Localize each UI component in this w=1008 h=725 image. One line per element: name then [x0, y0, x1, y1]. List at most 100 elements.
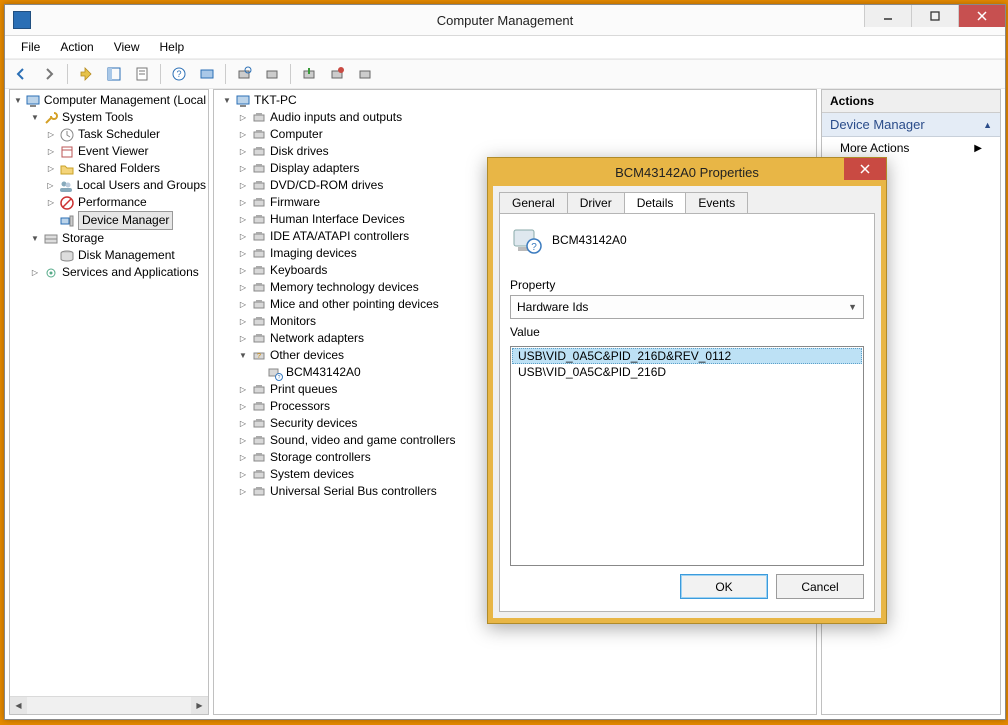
- toolbar: ?: [5, 59, 1005, 89]
- chevron-right-icon[interactable]: ▷: [30, 268, 40, 278]
- chevron-right-icon[interactable]: ▷: [238, 402, 248, 412]
- scroll-right-button[interactable]: ▶: [191, 697, 208, 714]
- tab-general[interactable]: General: [499, 192, 568, 213]
- device-category[interactable]: ▷Audio inputs and outputs: [236, 109, 816, 126]
- dialog-close-button[interactable]: [844, 158, 886, 180]
- forward-button[interactable]: [37, 62, 61, 86]
- tab-events[interactable]: Events: [685, 192, 748, 213]
- separator: [67, 64, 68, 84]
- device-category-icon: [251, 484, 267, 500]
- back-button[interactable]: [9, 62, 33, 86]
- value-listbox[interactable]: USB\VID_0A5C&PID_216D&REV_0112 USB\VID_0…: [510, 346, 864, 566]
- tree-system-tools[interactable]: ▼ System Tools: [28, 109, 208, 126]
- property-dropdown[interactable]: Hardware Ids ▼: [510, 295, 864, 319]
- chevron-right-icon[interactable]: ▷: [238, 300, 248, 310]
- update-driver-button[interactable]: [297, 62, 321, 86]
- tree-performance[interactable]: ▷Performance: [44, 194, 208, 211]
- minimize-button[interactable]: [864, 5, 911, 27]
- close-button[interactable]: [958, 5, 1005, 27]
- list-item[interactable]: USB\VID_0A5C&PID_216D: [512, 364, 862, 380]
- toolbar-icon[interactable]: [260, 62, 284, 86]
- chevron-right-icon[interactable]: ▷: [238, 130, 248, 140]
- event-icon: [59, 144, 75, 160]
- properties-button[interactable]: [130, 62, 154, 86]
- chevron-right-icon[interactable]: ▷: [238, 334, 248, 344]
- tab-details[interactable]: Details: [624, 192, 687, 213]
- chevron-right-icon[interactable]: ▷: [238, 249, 248, 259]
- svg-text:?: ?: [257, 353, 261, 360]
- show-tree-button[interactable]: [102, 62, 126, 86]
- console-tree[interactable]: ▼ Computer Management (Local ▼ System To…: [10, 90, 208, 283]
- device-category-icon: [251, 178, 267, 194]
- chevron-right-icon[interactable]: ▷: [238, 181, 248, 191]
- tree-services[interactable]: ▷ Services and Applications: [28, 264, 208, 281]
- disable-button[interactable]: [353, 62, 377, 86]
- chevron-right-icon[interactable]: ▷: [46, 147, 56, 157]
- more-actions-link[interactable]: More Actions ▶: [822, 137, 1000, 159]
- unknown-device-icon: ?: [510, 224, 542, 256]
- chevron-right-icon[interactable]: ▷: [46, 164, 56, 174]
- chevron-right-icon[interactable]: ▷: [238, 453, 248, 463]
- chevron-right-icon[interactable]: ▷: [238, 215, 248, 225]
- chevron-right-icon[interactable]: ▷: [238, 147, 248, 157]
- tree-event-viewer[interactable]: ▷Event Viewer: [44, 143, 208, 160]
- chevron-right-icon[interactable]: ▷: [238, 487, 248, 497]
- tab-driver[interactable]: Driver: [567, 192, 625, 213]
- app-icon: [13, 11, 31, 29]
- device-root[interactable]: ▼ TKT-PC: [220, 92, 816, 109]
- chevron-right-icon[interactable]: ▷: [238, 266, 248, 276]
- maximize-button[interactable]: [911, 5, 958, 27]
- menu-action[interactable]: Action: [50, 38, 103, 56]
- tree-shared-folders[interactable]: ▷Shared Folders: [44, 160, 208, 177]
- chevron-right-icon[interactable]: ▷: [238, 317, 248, 327]
- scroll-left-button[interactable]: ◀: [10, 697, 27, 714]
- horizontal-scrollbar[interactable]: ◀ ▶: [10, 696, 208, 714]
- tree-local-users[interactable]: ▷Local Users and Groups: [44, 177, 208, 194]
- chevron-right-icon[interactable]: ▷: [238, 113, 248, 123]
- dialog-title-bar[interactable]: BCM43142A0 Properties: [488, 158, 886, 186]
- chevron-down-icon[interactable]: ▼: [30, 113, 40, 123]
- menu-help[interactable]: Help: [150, 38, 195, 56]
- tree-device-manager[interactable]: ▷Device Manager: [44, 211, 208, 230]
- menu-file[interactable]: File: [11, 38, 50, 56]
- cancel-button[interactable]: Cancel: [776, 574, 864, 599]
- title-bar[interactable]: Computer Management: [5, 5, 1005, 36]
- chevron-right-icon[interactable]: ▷: [238, 198, 248, 208]
- folder-icon: [59, 161, 75, 177]
- tree-storage[interactable]: ▼ Storage: [28, 230, 208, 247]
- property-label: Property: [510, 278, 864, 292]
- chevron-down-icon[interactable]: ▼: [14, 96, 22, 106]
- chevron-right-icon[interactable]: ▷: [238, 436, 248, 446]
- storage-icon: [43, 231, 59, 247]
- chevron-right-icon[interactable]: ▷: [238, 164, 248, 174]
- scan-hardware-button[interactable]: [232, 62, 256, 86]
- up-button[interactable]: [74, 62, 98, 86]
- device-category-icon: [251, 246, 267, 262]
- device-category-icon: [251, 212, 267, 228]
- chevron-right-icon[interactable]: ▷: [238, 232, 248, 242]
- chevron-right-icon[interactable]: ▷: [46, 130, 56, 140]
- list-item[interactable]: USB\VID_0A5C&PID_216D&REV_0112: [512, 348, 862, 364]
- device-category[interactable]: ▷Computer: [236, 126, 816, 143]
- chevron-down-icon[interactable]: ▼: [222, 96, 232, 106]
- uninstall-button[interactable]: [325, 62, 349, 86]
- menu-view[interactable]: View: [104, 38, 150, 56]
- tree-root[interactable]: ▼ Computer Management (Local: [12, 92, 208, 109]
- device-category-icon: [251, 161, 267, 177]
- tree-disk-management[interactable]: ▷Disk Management: [44, 247, 208, 264]
- chevron-right-icon[interactable]: ▷: [46, 198, 56, 208]
- chevron-right-icon[interactable]: ▷: [238, 470, 248, 480]
- chevron-right-icon[interactable]: ▷: [46, 181, 55, 191]
- tree-task-scheduler[interactable]: ▷Task Scheduler: [44, 126, 208, 143]
- chevron-right-icon[interactable]: ▷: [238, 283, 248, 293]
- ok-button[interactable]: OK: [680, 574, 768, 599]
- device-category-icon: [251, 331, 267, 347]
- chevron-down-icon[interactable]: ▼: [30, 234, 40, 244]
- chevron-right-icon[interactable]: ▷: [238, 419, 248, 429]
- chevron-right-icon[interactable]: ▷: [238, 385, 248, 395]
- chevron-down-icon[interactable]: ▼: [238, 351, 248, 361]
- users-icon: [58, 178, 74, 194]
- help-button[interactable]: ?: [167, 62, 191, 86]
- actions-group[interactable]: Device Manager ▲: [822, 113, 1000, 137]
- toolbar-icon[interactable]: [195, 62, 219, 86]
